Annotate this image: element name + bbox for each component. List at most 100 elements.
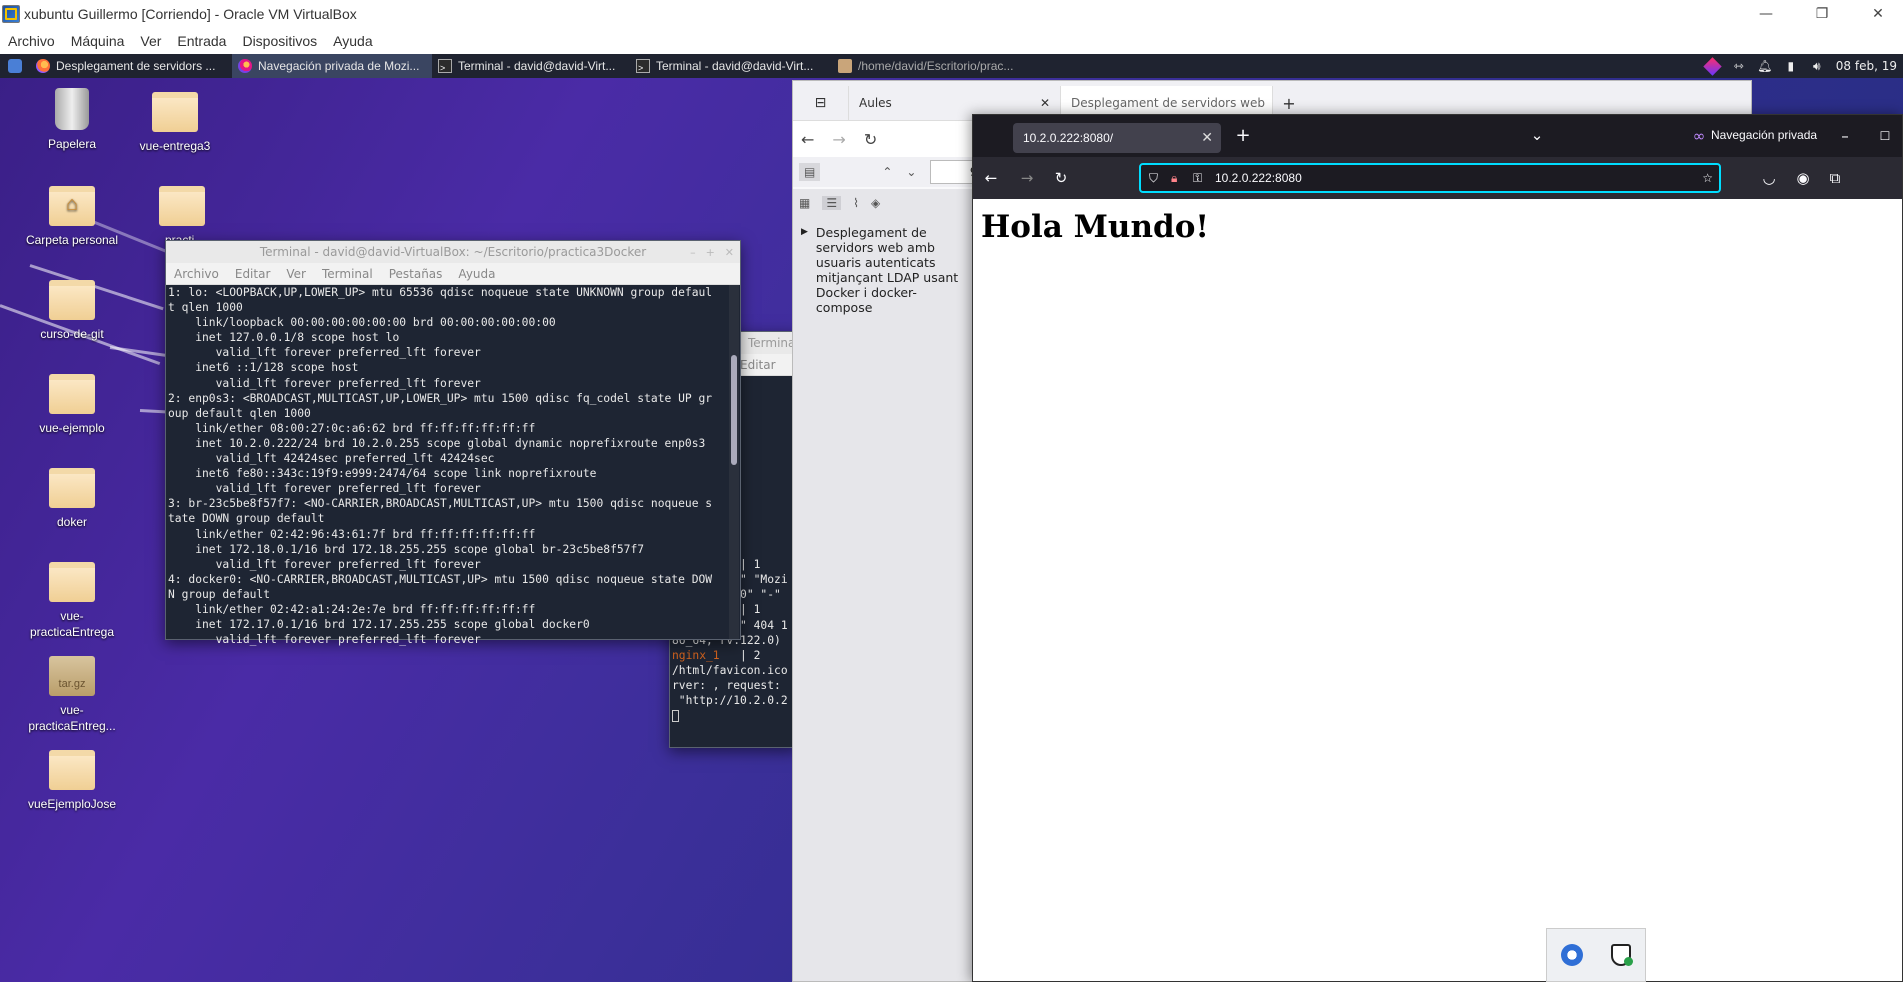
icon-label: vue-practicaEntrega [29,609,115,639]
app-indicator-icon[interactable] [1703,56,1722,76]
battery-icon[interactable]: ▮ [1784,59,1798,73]
tab-list-icon[interactable]: ⊟ [793,86,849,120]
shield-icon[interactable]: ⛉ [1149,171,1167,186]
terminal-window-1[interactable]: Terminal - david@david-VirtualBox: ~/Esc… [165,240,741,646]
security-shield-icon[interactable] [1611,944,1633,966]
taskbar-item-firefox[interactable]: Desplegament de servidors ... [30,54,232,78]
window-controls: – + ✕ [690,241,734,263]
menu-maquina[interactable]: Máquina [71,33,125,49]
outline-icon[interactable]: ☰ [822,196,842,210]
desktop-icon-vue-entrega3[interactable]: vue-entrega3 [125,92,225,154]
restore-button[interactable]: ❐ [1798,0,1846,28]
scrollbar-thumb[interactable] [731,355,737,465]
minimize-button[interactable]: — [1742,0,1790,28]
account-icon[interactable]: ◉ [1793,168,1813,188]
layers-icon[interactable]: ◈ [871,196,880,210]
close-button[interactable]: ✕ [1854,0,1902,28]
desktop-icon-doker[interactable]: doker [22,468,122,530]
taskbar-item-file-manager[interactable]: /home/david/Escritorio/prac... [832,54,1038,78]
menu-editar[interactable]: Editar [740,358,776,372]
thumbnails-icon[interactable]: ▦ [799,196,810,210]
extensions-icon[interactable]: ⧉ [1825,168,1845,188]
menu-archivo[interactable]: Archivo [174,267,219,281]
page-down-icon[interactable]: ⌄ [906,165,916,179]
lock-icon[interactable]: 🔒︎ [1171,171,1189,186]
list-tabs-icon[interactable]: ⌄ [1527,125,1547,145]
volume-icon[interactable]: 🔊︎ [1810,59,1824,73]
close-icon[interactable]: ✕ [1040,96,1050,110]
close-tab-icon[interactable]: ✕ [1201,129,1213,146]
desktop-icon-trash[interactable]: Papelera [22,88,122,152]
close-icon[interactable]: ✕ [725,246,734,259]
network-icon[interactable]: ⇿ [1732,59,1746,73]
menu-entrada[interactable]: Entrada [177,33,226,49]
taskbar-item-private-browser[interactable]: Navegación privada de Mozi... [232,54,432,78]
reload-icon[interactable]: ↻ [1051,168,1071,188]
menu-pestanas[interactable]: Pestañas [389,267,443,281]
terminal-line: valid_lft forever preferred_lft forever [168,346,481,360]
maximize-icon[interactable]: ☐ [1875,126,1895,146]
private-mask-icon: ∞ [1692,127,1706,145]
folder-icon [49,468,95,508]
pocket-icon[interactable]: ◡ [1759,168,1779,188]
taskbar-item-terminal-1[interactable]: Terminal - david@david-Virt... [432,54,630,78]
clock[interactable]: 08 feb, 19 [1836,59,1897,73]
menu-ayuda[interactable]: Ayuda [458,267,495,281]
tab-active[interactable]: 10.2.0.222:8080/ ✕ [1013,123,1221,153]
key-icon[interactable]: ⚿ [1193,171,1211,186]
expand-icon[interactable]: ▶ [801,225,808,315]
desktop-icon-practica[interactable]: practi [125,186,225,248]
terminal-line: valid_lft 42424sec preferred_lft 42424se… [168,452,495,466]
task-label: Terminal - david@david-Virt... [458,59,616,73]
menu-dispositivos[interactable]: Dispositivos [242,33,317,49]
back-icon[interactable]: ← [981,168,1001,188]
firefox-private-window[interactable]: 10.2.0.222:8080/ ✕ + ⌄ ∞ Navegación priva… [972,114,1903,982]
desktop-icon-curso-de-git[interactable]: curso-de-git [22,280,122,342]
outline-label: Desplegament de servidors web amb usuari… [815,225,959,315]
tab-label: Desplegament de servidors web [1071,96,1265,110]
attachments-icon[interactable]: ⌇ [853,196,859,210]
terminal-output: 1: lo: <LOOPBACK,UP,LOWER_UP> mtu 65536 … [166,285,740,647]
trash-icon [55,88,89,130]
minimize-icon[interactable]: – [1835,126,1855,146]
forward-icon[interactable]: → [1017,168,1037,188]
terminal-line: inet6 fe80::343c:19f9:e999:2474/64 scope… [168,467,597,481]
url-bar[interactable]: ⛉ 🔒︎ ⚿ 10.2.0.222:8080 ☆ [1139,163,1721,193]
forward-icon[interactable]: → [832,130,845,149]
desktop-icon-home[interactable]: Carpeta personal [22,186,122,248]
log-text: /html/favicon.ico [672,663,788,677]
terminal-line: oup default qlen 1000 [168,406,311,420]
notification-bell-icon[interactable]: 🔔︎ [1757,59,1772,73]
page-up-icon[interactable]: ⌃ [882,165,892,179]
scrollbar[interactable] [729,285,739,639]
outline-item[interactable]: ▶ Desplegament de servidors web amb usuar… [793,217,973,315]
icon-label: curso-de-git [40,327,104,341]
menu-terminal[interactable]: Terminal [322,267,373,281]
icon-label: vueEjemploJose [27,797,117,811]
menu-ver[interactable]: Ver [286,267,306,281]
taskbar-item-terminal-2[interactable]: Terminal - david@david-Virt... [630,54,832,78]
sync-icon[interactable] [1561,944,1583,966]
terminal-line: link/ether 02:42:a1:24:2e:7e brd ff:ff:f… [168,602,536,616]
menu-editar[interactable]: Editar [235,267,271,281]
firefox-tabbar: 10.2.0.222:8080/ ✕ + ⌄ ∞ Navegación priva… [973,115,1902,157]
desktop-icon-targz[interactable]: tar.gz vue-practicaEntreg... [22,656,122,734]
menu-ver[interactable]: Ver [140,33,161,49]
maximize-icon[interactable]: + [706,246,715,259]
desktop-icon-vue-ejemplo[interactable]: vue-ejemplo [22,374,122,436]
url-text[interactable]: 10.2.0.222:8080 [1215,171,1302,185]
terminal-line: inet 10.2.0.222/24 brd 10.2.0.255 scope … [168,436,706,450]
whisker-menu-button[interactable] [0,54,30,78]
terminal-line: inet 172.18.0.1/16 brd 172.18.255.255 sc… [168,542,645,556]
desktop-icon-vue-practicaentrega[interactable]: vue-practicaEntrega [22,562,122,640]
sidebar-toggle-icon[interactable]: ▤ [799,163,821,181]
back-icon[interactable]: ← [801,130,814,149]
reload-icon[interactable]: ↻ [864,130,877,149]
menu-archivo[interactable]: Archivo [8,33,55,49]
new-tab-icon[interactable]: + [1233,125,1253,146]
terminal-line: nginx_1 | 2 [672,648,796,663]
bookmark-star-icon[interactable]: ☆ [1702,171,1713,185]
menu-ayuda[interactable]: Ayuda [333,33,372,49]
minimize-icon[interactable]: – [690,246,696,259]
desktop-icon-vueejemplojose[interactable]: vueEjemploJose [22,750,122,812]
